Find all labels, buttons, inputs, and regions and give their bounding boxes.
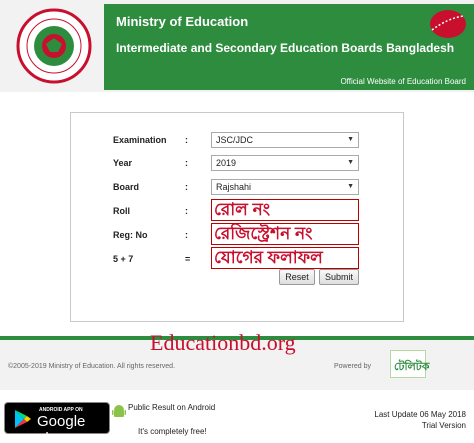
header: Ministry of Education Intermediate and S… (0, 0, 474, 92)
board-label: Board (113, 182, 140, 192)
reg-row: Reg: No : রেজিস্ট্রেশন নং (71, 223, 405, 245)
examination-row: Examination : JSC/JDC ▼ (71, 132, 405, 150)
powered-by-text: Powered by (334, 363, 371, 370)
year-label: Year (113, 158, 133, 168)
free-text: It's completely free! (138, 427, 207, 436)
colon: : (185, 158, 188, 168)
reset-button[interactable]: Reset (279, 269, 315, 285)
equals-sign: = (185, 254, 191, 264)
public-result-link[interactable]: Public Result on Android (128, 403, 215, 412)
last-update-text: Last Update 06 May 2018 (374, 410, 466, 419)
gplay-big-text: Google play (37, 413, 86, 443)
sum-row: 5 + 7 = যোগের ফলাফল (71, 247, 405, 269)
google-play-badge[interactable]: ANDROID APP ON Google play (4, 402, 110, 443)
boards-title: Intermediate and Secondary Education Boa… (116, 41, 455, 55)
examination-select[interactable]: JSC/JDC ▼ (211, 132, 359, 148)
cricket-ball-icon (430, 10, 466, 38)
reg-label: Reg: No (113, 230, 148, 240)
copyright-text: ©2005-2019 Ministry of Education. All ri… (8, 363, 176, 370)
colon: : (185, 182, 188, 192)
roll-label: Roll (113, 206, 130, 216)
colon: : (185, 206, 188, 216)
government-emblem-icon (16, 8, 92, 84)
ministry-title: Ministry of Education (116, 14, 249, 29)
board-select[interactable]: Rajshahi ▼ (211, 179, 359, 195)
trial-version-text: Trial Version (421, 421, 466, 430)
sum-label: 5 + 7 (113, 254, 134, 264)
teletalk-logo[interactable]: টেলিটক (390, 350, 430, 378)
year-row: Year : 2019 ▼ (71, 155, 405, 173)
official-strip: Official Website of Education Board (104, 76, 474, 90)
examination-value: JSC/JDC (216, 135, 254, 145)
result-form: Examination : JSC/JDC ▼ Year : 2019 ▼ Bo… (70, 112, 404, 322)
submit-button[interactable]: Submit (319, 269, 359, 285)
roll-row: Roll : রোল নং (71, 199, 405, 221)
examination-label: Examination (113, 135, 167, 145)
reg-input[interactable]: রেজিস্ট্রেশন নং (211, 223, 359, 245)
chevron-down-icon: ▼ (347, 136, 354, 143)
teletalk-logo-text: টেলিটক (394, 361, 430, 373)
colon: : (185, 135, 188, 145)
year-value: 2019 (216, 158, 237, 168)
watermark: Educationbd.org (150, 330, 296, 355)
board-row: Board : Rajshahi ▼ (71, 179, 405, 197)
board-value: Rajshahi (216, 182, 252, 192)
roll-input[interactable]: রোল নং (211, 199, 359, 221)
year-select[interactable]: 2019 ▼ (211, 155, 359, 171)
chevron-down-icon: ▼ (347, 159, 354, 166)
sum-input[interactable]: যোগের ফলাফল (211, 247, 359, 269)
official-website-link[interactable]: Official Website of Education Board (340, 77, 466, 86)
android-icon (112, 405, 126, 417)
colon: : (185, 230, 188, 240)
page: Ministry of Education Intermediate and S… (0, 0, 474, 443)
chevron-down-icon: ▼ (347, 183, 354, 190)
play-store-icon (15, 410, 31, 428)
